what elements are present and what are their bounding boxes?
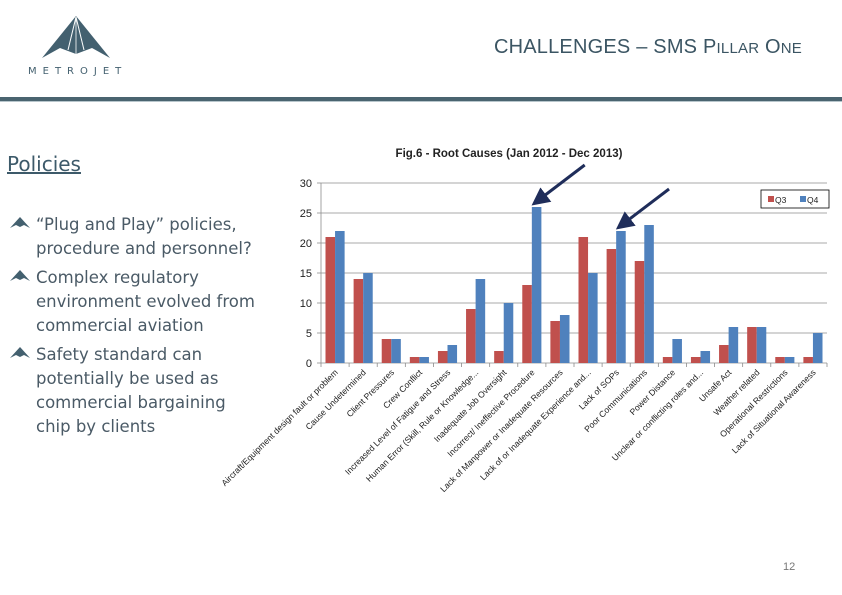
y-tick-label: 10 xyxy=(300,298,312,310)
bar-q4 xyxy=(559,315,570,363)
metrojet-logo: METROJET xyxy=(22,14,142,80)
bar-q3 xyxy=(747,327,757,363)
bar-q3 xyxy=(606,249,617,363)
bar-q3 xyxy=(437,351,448,363)
y-tick-label: 20 xyxy=(300,238,312,250)
x-tick-label: Aircraft/Equipment design fault or probl… xyxy=(219,367,340,488)
bullet-jet-icon xyxy=(10,347,30,358)
title-part: O xyxy=(759,36,781,58)
bar-q4 xyxy=(784,357,795,363)
bar-q3 xyxy=(325,237,336,363)
y-tick-label: 0 xyxy=(306,358,312,370)
legend-swatch-q3 xyxy=(768,196,774,202)
title-part: ILLAR xyxy=(716,40,760,57)
bar-q4 xyxy=(616,231,626,363)
x-axis-labels: Aircraft/Equipment design fault or probl… xyxy=(219,367,817,494)
bar-q4 xyxy=(644,225,654,363)
title-part: NE xyxy=(780,40,802,57)
chart-legend: Q3 Q4 xyxy=(760,189,830,209)
header-divider-light xyxy=(0,101,842,102)
annotation-arrows xyxy=(531,163,670,230)
title-part: CHALLENGES – SMS P xyxy=(493,36,717,58)
bar-q3 xyxy=(494,351,504,363)
bar-q3 xyxy=(803,357,813,363)
bar-q3 xyxy=(409,357,420,363)
bars xyxy=(325,207,823,363)
bar-q3 xyxy=(466,309,476,363)
bar-q4 xyxy=(756,327,767,363)
chart-title: Fig.6 - Root Causes (Jan 2012 - Dec 2013… xyxy=(396,148,623,160)
legend-label: Q4 xyxy=(807,195,819,205)
bullet-jet-icon xyxy=(10,217,30,228)
bar-q4 xyxy=(531,207,542,363)
annotation-arrow xyxy=(531,163,586,206)
bar-q4 xyxy=(363,273,373,363)
bar-q4 xyxy=(419,357,429,363)
bar-q4 xyxy=(728,327,739,363)
bar-q4 xyxy=(588,273,598,363)
logo-text: METROJET xyxy=(28,66,128,77)
y-tick-label: 30 xyxy=(300,178,312,190)
bullet-jet-icon xyxy=(10,270,30,281)
annotation-arrow xyxy=(615,187,670,230)
bar-q3 xyxy=(634,261,645,363)
bar-q4 xyxy=(447,345,458,363)
bar-q3 xyxy=(550,321,560,363)
bar-q3 xyxy=(578,237,589,363)
legend-label: Q3 xyxy=(775,195,787,205)
slide-title: CHALLENGES – SMS PILLAR ONE xyxy=(494,36,802,59)
y-tick-label: 5 xyxy=(306,328,312,340)
bar-q4 xyxy=(503,303,514,363)
bar-q4 xyxy=(335,231,345,363)
y-tick-label: 15 xyxy=(300,268,312,280)
bar-q4 xyxy=(812,333,823,363)
bar-q4 xyxy=(391,339,401,363)
bar-q4 xyxy=(672,339,682,363)
bar-q3 xyxy=(662,357,673,363)
bar-q4 xyxy=(475,279,486,363)
page-number: 12 xyxy=(783,561,796,573)
bar-q3 xyxy=(719,345,729,363)
bar-q3 xyxy=(690,357,701,363)
legend-swatch-q4 xyxy=(800,196,806,202)
bar-q4 xyxy=(700,351,711,363)
bar-q3 xyxy=(775,357,785,363)
bar-q3 xyxy=(522,285,532,363)
x-tick-label: Increased Level of Fatigue and Stress xyxy=(343,367,452,476)
y-axis-ticks: 0 5 10 15 20 25 30 xyxy=(300,178,321,370)
bar-q3 xyxy=(353,279,364,363)
root-causes-chart: Fig.6 - Root Causes (Jan 2012 - Dec 2013… xyxy=(219,148,830,494)
y-tick-label: 25 xyxy=(300,208,312,220)
metrojet-logo-icon xyxy=(42,16,110,58)
bar-q3 xyxy=(381,339,392,363)
section-title: Policies xyxy=(7,152,81,176)
